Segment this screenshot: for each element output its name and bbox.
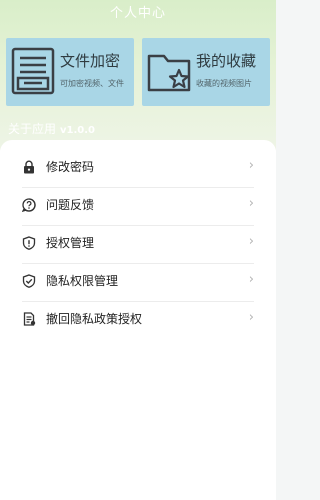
menu-item-revoke-privacy[interactable]: 撤回隐私政策授权 › (22, 301, 254, 339)
shield-alert-icon (22, 236, 36, 250)
menu-item-privacy-permissions[interactable]: 隐私权限管理 › (22, 263, 254, 302)
folder-list-icon (11, 47, 55, 95)
my-favorites-card[interactable]: 我的收藏 收藏的视频图片 (142, 38, 270, 106)
chevron-right-icon: › (248, 310, 254, 325)
chevron-right-icon: › (248, 158, 254, 173)
menu-item-authorization[interactable]: 授权管理 › (22, 225, 254, 264)
folder-star-icon (147, 54, 191, 92)
menu-item-feedback[interactable]: 问题反馈 › (22, 187, 254, 226)
my-favorites-title: 我的收藏 (196, 52, 257, 70)
menu-item-label: 授权管理 (46, 236, 95, 250)
file-encrypt-subtitle: 可加密视频、文件 (60, 79, 124, 88)
file-encrypt-card[interactable]: 文件加密 可加密视频、文件 (6, 38, 134, 106)
menu-item-label: 撤回隐私政策授权 (46, 312, 143, 326)
page-title: 个人中心 (109, 6, 166, 21)
menu-item-label: 问题反馈 (46, 198, 95, 212)
question-icon (22, 198, 36, 212)
shield-check-icon (22, 274, 36, 288)
settings-panel: 修改密码 › 问题反馈 › 授权管理 › 隐私权限管理 › 撤回隐私政策授权 › (0, 140, 276, 500)
chevron-right-icon: › (248, 234, 254, 249)
menu-item-label: 修改密码 (46, 160, 95, 174)
about-app[interactable]: 关于应用 v1.0.0 (8, 120, 95, 137)
about-app-label: 关于应用 (8, 122, 57, 136)
menu-item-label: 隐私权限管理 (46, 274, 119, 288)
document-icon (23, 312, 36, 326)
app-version: v1.0.0 (60, 125, 96, 136)
chevron-right-icon: › (248, 196, 254, 211)
lock-icon (24, 160, 34, 174)
my-favorites-subtitle: 收藏的视频图片 (196, 79, 252, 88)
menu-item-change-password[interactable]: 修改密码 › (22, 149, 254, 188)
header-background: 个人中心 文件加密 可加密视频、文件 我的收藏 收藏的视频图片 关于应用 v1.0… (0, 0, 276, 150)
file-encrypt-title: 文件加密 (60, 52, 121, 70)
chevron-right-icon: › (248, 272, 254, 287)
